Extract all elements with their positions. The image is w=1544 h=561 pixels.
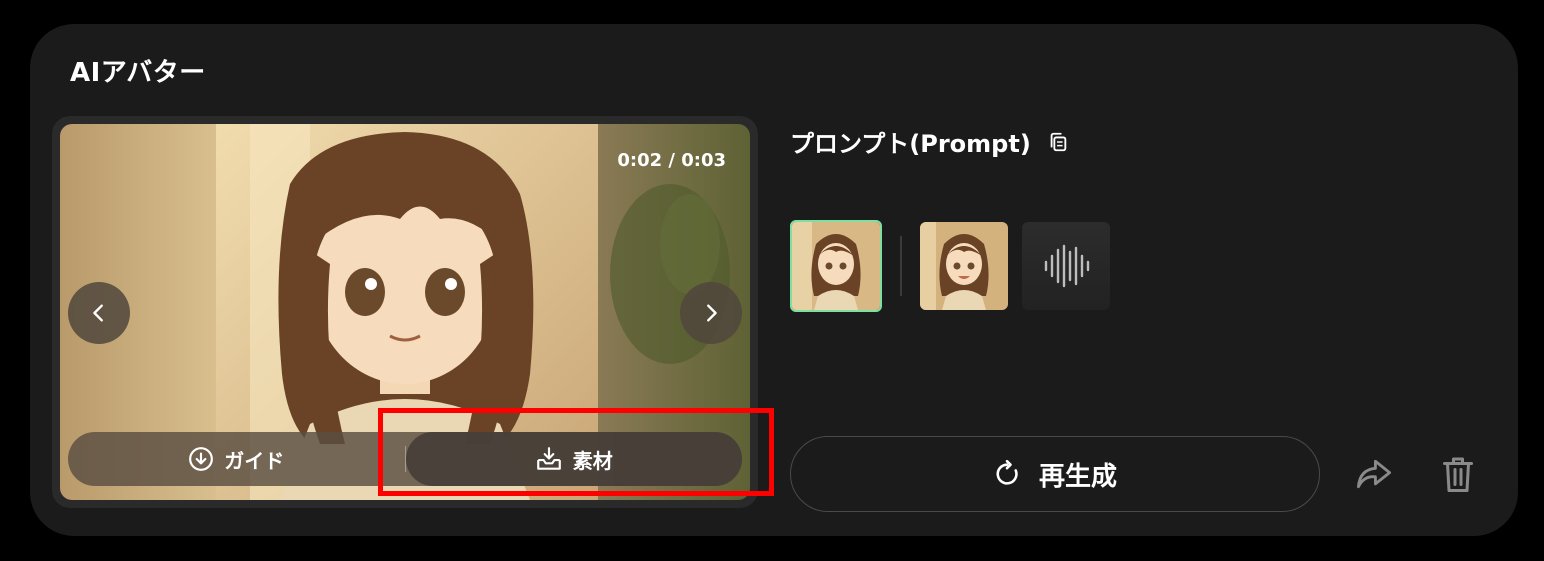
next-button[interactable]: [680, 282, 742, 344]
thumbnail-audio[interactable]: [1022, 222, 1110, 310]
prompt-title: プロンプト(Prompt): [790, 130, 1031, 158]
copy-icon: [1050, 132, 1067, 151]
download-circle-icon: [189, 447, 214, 471]
video-frame[interactable]: 0:02 / 0:03 ガイド 素材: [60, 124, 750, 500]
guide-label: ガイド: [224, 448, 285, 473]
delete-button[interactable]: [1436, 452, 1480, 496]
trash-icon: [1443, 457, 1473, 492]
regenerate-button[interactable]: 再生成: [790, 436, 1320, 512]
timecode: 0:02 / 0:03: [617, 150, 726, 171]
chevron-left-icon: [93, 304, 103, 322]
ai-avatar-card: AIアバター 0:02 / 0:03 ガイド 素材 プロンプト(Prompt) …: [30, 24, 1518, 536]
inbox-download-icon: [536, 447, 561, 470]
material-label: 素材: [572, 448, 613, 473]
chevron-right-icon: [707, 304, 717, 322]
video-player: 0:02 / 0:03 ガイド 素材: [52, 116, 758, 508]
asset-thumbnails: [790, 220, 1110, 312]
card-title: AIアバター: [70, 58, 206, 88]
prompt-heading: プロンプト(Prompt): [790, 124, 1069, 159]
share-button[interactable]: [1352, 452, 1396, 496]
thumbnail-video-selected[interactable]: [790, 220, 882, 312]
guide-download-button[interactable]: ガイド: [68, 432, 405, 486]
regenerate-label: 再生成: [1038, 461, 1117, 492]
thumbnail-divider: [900, 236, 902, 296]
share-icon: [1356, 459, 1391, 489]
waveform-icon: [1044, 244, 1090, 288]
material-download-button[interactable]: 素材: [405, 432, 742, 486]
action-bar: ガイド 素材: [68, 432, 742, 486]
copy-prompt-button[interactable]: [1047, 131, 1069, 153]
thumbnail-image[interactable]: [920, 222, 1008, 310]
avatar-thumbnail-image: [792, 222, 880, 310]
avatar-thumbnail-image: [920, 222, 1008, 310]
refresh-icon: [996, 460, 1018, 485]
previous-button[interactable]: [68, 282, 130, 344]
